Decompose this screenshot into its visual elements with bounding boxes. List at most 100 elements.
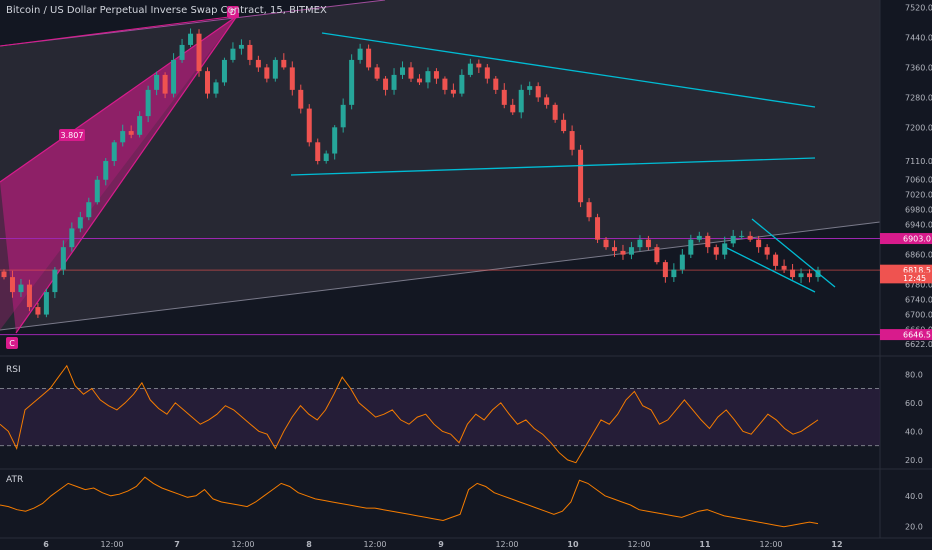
- candle: [628, 247, 634, 255]
- candle: [77, 217, 83, 229]
- candle: [179, 44, 185, 60]
- candle: [620, 250, 626, 255]
- candle: [552, 104, 558, 120]
- candle: [128, 131, 134, 135]
- candle: [747, 235, 753, 240]
- price-tick-label: 6980.0: [905, 206, 932, 215]
- price-tick-label: 6740.0: [905, 296, 932, 305]
- chart-canvas[interactable]: 6622.06660.06700.06740.06780.06860.06940…: [0, 0, 932, 550]
- candle: [595, 217, 601, 240]
- price-tag-label: 12:45: [903, 274, 926, 283]
- candle: [807, 273, 813, 278]
- candle: [145, 89, 151, 117]
- pattern-ratio-label: 3.807: [61, 131, 84, 140]
- candle: [722, 243, 728, 255]
- price-tick-label: 7280.0: [905, 93, 932, 102]
- candle: [705, 235, 711, 248]
- candle: [86, 202, 92, 218]
- candle: [238, 44, 244, 49]
- price-tick-label: 7060.0: [905, 176, 932, 185]
- price-tag-label: 6646.5: [903, 331, 931, 340]
- candle: [60, 247, 66, 270]
- candle: [9, 277, 15, 293]
- candle: [383, 78, 389, 90]
- price-tick-label: 6860.0: [905, 251, 932, 260]
- candle: [527, 86, 533, 90]
- price-tick-label: 6700.0: [905, 311, 932, 320]
- candle: [764, 247, 770, 255]
- candle: [188, 33, 194, 45]
- candle: [756, 239, 762, 248]
- candle: [578, 149, 584, 203]
- candle: [518, 89, 524, 113]
- candle: [654, 247, 660, 263]
- time-tick-label: 12:00: [100, 540, 123, 549]
- candle: [569, 131, 575, 150]
- candle: [281, 59, 287, 68]
- price-tick-label: 6940.0: [905, 221, 932, 230]
- candle: [196, 33, 202, 72]
- candle: [467, 63, 473, 75]
- candle: [442, 78, 448, 90]
- candle: [103, 161, 109, 180]
- candle: [603, 239, 609, 248]
- candle: [366, 48, 372, 68]
- price-tick-label: 7520.0: [905, 3, 932, 12]
- rsi-tick-label: 60.0: [905, 399, 923, 408]
- price-tick-label: 7360.0: [905, 63, 932, 72]
- candle: [501, 89, 507, 105]
- candle: [264, 67, 270, 79]
- candle: [544, 97, 550, 105]
- candle: [425, 71, 431, 83]
- candle: [137, 116, 143, 135]
- candle: [374, 67, 380, 79]
- atr-tick-label: 40.0: [905, 492, 923, 501]
- candle: [298, 89, 304, 109]
- candle: [662, 262, 668, 278]
- candle: [255, 59, 261, 68]
- atr-pane-label: ATR: [6, 475, 24, 485]
- candle: [221, 59, 227, 83]
- candle: [111, 142, 117, 162]
- candle: [52, 269, 58, 293]
- candle: [315, 142, 321, 162]
- time-tick-label: 12:00: [363, 540, 386, 549]
- candle: [230, 48, 236, 60]
- candle: [349, 59, 355, 105]
- candle: [493, 78, 499, 90]
- time-tick-label: 12:00: [759, 540, 782, 549]
- candle: [433, 71, 439, 79]
- candle: [391, 74, 397, 90]
- candle: [408, 67, 414, 79]
- candle: [69, 228, 75, 248]
- candle: [289, 67, 295, 90]
- candle: [323, 153, 329, 162]
- candle: [459, 74, 465, 94]
- candle: [773, 254, 779, 266]
- candle: [476, 63, 482, 68]
- candle: [400, 67, 406, 75]
- candle: [340, 104, 346, 128]
- candle: [120, 131, 126, 143]
- time-tick-label: 8: [306, 540, 312, 549]
- time-tick-label: 9: [438, 540, 444, 549]
- pattern-label-c: C: [9, 339, 15, 348]
- candle: [781, 265, 787, 270]
- price-tick-label: 7440.0: [905, 33, 932, 42]
- candle: [730, 235, 736, 244]
- candle: [416, 78, 422, 83]
- atr-tick-label: 20.0: [905, 523, 923, 532]
- time-tick-label: 6: [43, 540, 49, 549]
- candle: [688, 239, 694, 255]
- time-tick-label: 12:00: [231, 540, 254, 549]
- rsi-band: [0, 388, 880, 446]
- candle: [357, 48, 363, 60]
- candle: [739, 235, 745, 237]
- candle: [586, 202, 592, 218]
- candle: [696, 235, 702, 240]
- candle: [798, 273, 804, 278]
- rsi-tick-label: 40.0: [905, 427, 923, 436]
- candle: [205, 71, 210, 94]
- price-tag-label: 6903.0: [903, 235, 931, 244]
- rsi-pane-label: RSI: [6, 365, 21, 375]
